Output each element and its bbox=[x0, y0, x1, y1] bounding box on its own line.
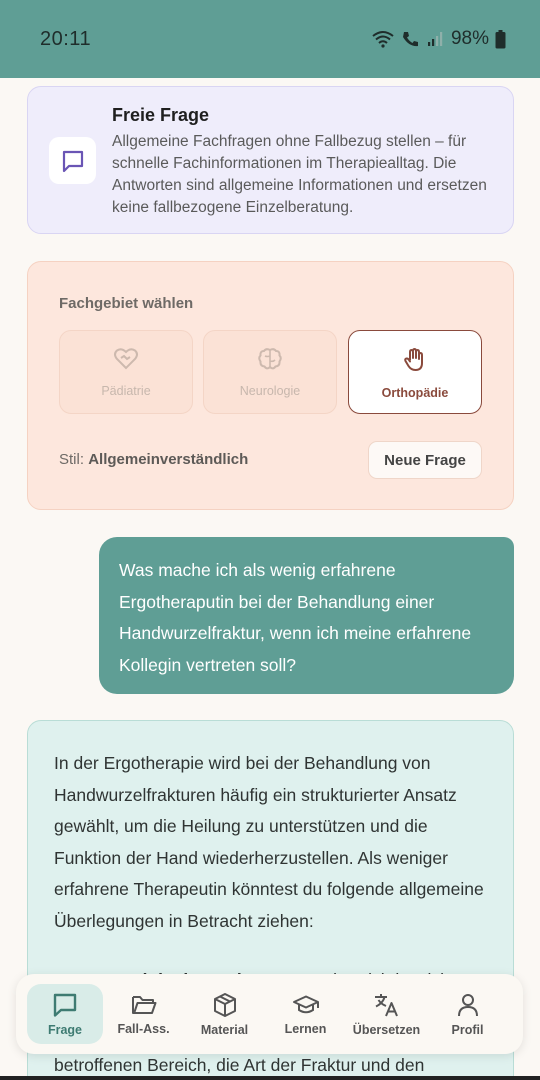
info-description: Allgemeine Fachfragen ohne Fallbezug ste… bbox=[112, 133, 487, 216]
brain-icon bbox=[257, 347, 283, 376]
box-icon bbox=[212, 992, 238, 1018]
nav-label: Lernen bbox=[284, 1021, 327, 1036]
folder-icon bbox=[130, 993, 158, 1017]
nav-item-material[interactable]: Material bbox=[184, 984, 265, 1044]
bottom-navigation: Frage Fall-Ass. Material Lernen Übersetz… bbox=[16, 974, 523, 1054]
answer-intro: In der Ergotherapie wird bei der Behandl… bbox=[54, 753, 484, 931]
chat-bubble-icon bbox=[49, 137, 96, 184]
signal-icon bbox=[427, 31, 443, 47]
specialty-label: Orthopädie bbox=[381, 386, 449, 400]
graduation-cap-icon bbox=[292, 993, 320, 1017]
nav-item-fall-ass[interactable]: Fall-Ass. bbox=[103, 984, 184, 1044]
nav-item-profil[interactable]: Profil bbox=[427, 984, 508, 1044]
free-question-info-card: Freie Frage Allgemeine Fachfragen ohne F… bbox=[27, 86, 514, 234]
info-title: Freie Frage bbox=[112, 105, 210, 125]
specialty-heading: Fachgebiet wählen bbox=[59, 295, 194, 312]
nav-item-frage[interactable]: Frage bbox=[27, 984, 103, 1044]
style-indicator: Stil: Allgemeinverständlich bbox=[59, 451, 248, 468]
status-time: 20:11 bbox=[40, 27, 92, 50]
specialty-label: Pädiatrie bbox=[101, 384, 151, 398]
nav-label: Profil bbox=[451, 1022, 484, 1037]
translate-icon bbox=[373, 992, 401, 1018]
battery-level: 98% bbox=[450, 28, 489, 49]
style-prefix: Stil: bbox=[59, 451, 85, 468]
specialty-option-orthopaedie[interactable]: Orthopädie bbox=[348, 330, 482, 414]
battery-icon bbox=[495, 29, 506, 49]
style-value: Allgemeinverständlich bbox=[88, 451, 249, 468]
nav-label: Übersetzen bbox=[352, 1022, 421, 1037]
specialty-option-neurologie[interactable]: Neurologie bbox=[203, 330, 337, 414]
hand-icon bbox=[402, 347, 428, 378]
status-bar: 20:11 98% bbox=[0, 0, 540, 78]
user-message-bubble: Was mache ich als wenig erfahrene Ergoth… bbox=[99, 537, 514, 694]
system-gesture-bar bbox=[0, 1076, 540, 1080]
chat-bubble-icon bbox=[51, 992, 79, 1018]
wifi-icon bbox=[371, 30, 395, 48]
specialty-option-paediatrie[interactable]: Pädiatrie bbox=[59, 330, 193, 414]
heart-hand-icon bbox=[113, 347, 139, 376]
nav-item-lernen[interactable]: Lernen bbox=[265, 984, 346, 1044]
call-icon bbox=[401, 30, 421, 48]
status-icons: 98% bbox=[371, 28, 506, 50]
specialty-label: Neurologie bbox=[239, 384, 301, 398]
nav-item-uebersetzen[interactable]: Übersetzen bbox=[346, 984, 427, 1044]
person-icon bbox=[455, 992, 481, 1018]
nav-label: Frage bbox=[47, 1022, 83, 1037]
nav-label: Material bbox=[200, 1022, 249, 1037]
specialty-selector-card: Fachgebiet wählen Pädiatrie Neurologie O… bbox=[27, 261, 514, 510]
new-question-button[interactable]: Neue Frage bbox=[368, 441, 482, 479]
nav-label: Fall-Ass. bbox=[117, 1021, 170, 1036]
